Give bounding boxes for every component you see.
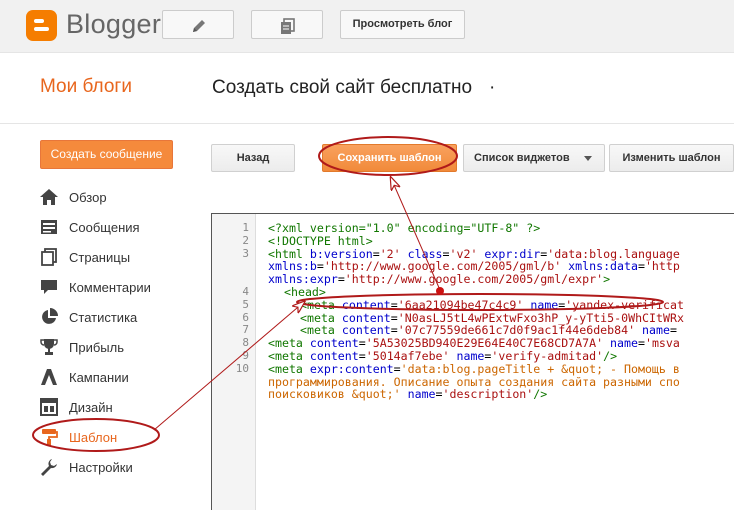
back-button[interactable]: Назад bbox=[211, 144, 295, 172]
sidebar-item-pages[interactable]: Страницы bbox=[38, 242, 188, 272]
line-number: 1 bbox=[242, 221, 249, 234]
line-number: 5 bbox=[242, 297, 249, 311]
template-code-editor[interactable]: 1 2 3 4 5 6 7 8 9 10 <?xml version="1.0"… bbox=[211, 213, 734, 510]
sidebar-item-label: Обзор bbox=[69, 189, 107, 205]
code-line: поисковиков &quot;' name='description'/> bbox=[268, 387, 548, 402]
pages-button[interactable] bbox=[251, 10, 323, 39]
blogger-logo-text[interactable]: Blogger bbox=[66, 9, 161, 40]
blog-menu-dot[interactable]: · bbox=[489, 77, 495, 99]
sidebar-item-stats[interactable]: Статистика bbox=[38, 302, 188, 332]
blog-title[interactable]: Создать свой сайт бесплатно bbox=[212, 77, 472, 99]
sidebar-item-label: Прибыль bbox=[69, 339, 124, 355]
sidebar-item-overview[interactable]: Обзор bbox=[38, 182, 188, 212]
sidebar-item-earnings[interactable]: Прибыль bbox=[38, 332, 188, 362]
header-divider bbox=[0, 123, 734, 124]
sidebar-item-label: Страницы bbox=[69, 249, 131, 265]
pages-icon bbox=[281, 18, 295, 34]
line-number: 2 bbox=[242, 233, 249, 247]
sidebar-item-layout[interactable]: Дизайн bbox=[38, 392, 188, 422]
pie-chart-icon bbox=[38, 306, 60, 328]
line-number: 3 bbox=[242, 246, 249, 260]
sidebar-item-comments[interactable]: Комментарии bbox=[38, 272, 188, 302]
view-blog-button[interactable]: Просмотреть блог bbox=[340, 10, 465, 39]
top-bar: Blogger Просмотреть блог bbox=[0, 0, 734, 53]
pages-icon bbox=[38, 246, 60, 268]
sidebar-item-label: Настройки bbox=[69, 459, 133, 475]
save-template-button[interactable]: Сохранить шаблон bbox=[322, 144, 457, 172]
comment-icon bbox=[38, 276, 60, 298]
paint-roller-icon bbox=[38, 426, 60, 448]
sidebar-item-label: Шаблон bbox=[69, 429, 118, 445]
sidebar-item-label: Комментарии bbox=[69, 279, 151, 295]
sidebar-nav: Обзор Сообщения Страницы Комментарии Ста… bbox=[38, 182, 188, 482]
home-icon bbox=[38, 186, 60, 208]
line-number: 9 bbox=[242, 349, 249, 362]
layout-icon bbox=[38, 396, 60, 418]
posts-icon bbox=[38, 216, 60, 238]
new-post-button[interactable] bbox=[162, 10, 234, 39]
edit-template-button[interactable]: Изменить шаблон bbox=[609, 144, 734, 172]
sidebar-item-campaigns[interactable]: Кампании bbox=[38, 362, 188, 392]
sidebar-item-label: Кампании bbox=[69, 369, 129, 385]
campaign-icon bbox=[38, 366, 60, 388]
chevron-down-icon bbox=[584, 156, 592, 161]
trophy-icon bbox=[38, 336, 60, 358]
sidebar-item-settings[interactable]: Настройки bbox=[38, 452, 188, 482]
sidebar-item-label: Дизайн bbox=[69, 399, 113, 415]
create-post-button[interactable]: Создать сообщение bbox=[40, 140, 173, 169]
sidebar-item-label: Сообщения bbox=[69, 219, 140, 235]
line-number: 4 bbox=[242, 285, 249, 298]
line-number: 10 bbox=[235, 361, 249, 375]
widgets-list-label: Список виджетов bbox=[474, 152, 570, 164]
line-number-gutter: 1 2 3 4 5 6 7 8 9 10 bbox=[212, 214, 256, 510]
blogger-logo-icon[interactable] bbox=[26, 10, 57, 41]
sidebar-item-template[interactable]: Шаблон bbox=[38, 422, 188, 452]
wrench-icon bbox=[38, 456, 60, 478]
sidebar-item-label: Статистика bbox=[69, 309, 138, 325]
sidebar-item-posts[interactable]: Сообщения bbox=[38, 212, 188, 242]
widgets-list-dropdown[interactable]: Список виджетов bbox=[463, 144, 605, 172]
my-blogs-link[interactable]: Мои блоги bbox=[40, 76, 132, 98]
pencil-icon bbox=[193, 20, 205, 32]
